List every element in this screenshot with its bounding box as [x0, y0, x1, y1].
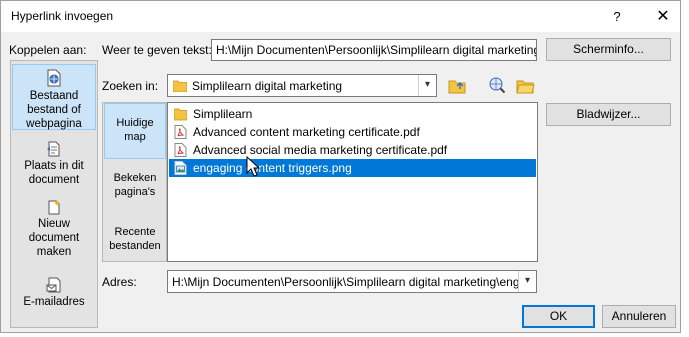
tab-current-folder[interactable]: Huidige map	[104, 103, 166, 159]
link-existing-file-or-webpage[interactable]: Bestaand bestand of webpagina	[12, 64, 96, 130]
display-text-label: Weer te geven tekst:	[102, 43, 212, 57]
file-name: Advanced content marketing certificate.p…	[193, 125, 420, 139]
tab-browsed-pages[interactable]: Bekeken pagina's	[104, 165, 166, 205]
chevron-down-icon[interactable]: ▾	[418, 75, 436, 96]
open-folder-icon	[516, 80, 535, 94]
address-value: H:\Mijn Documenten\Persoonlijk\Simplilea…	[172, 275, 518, 289]
pdf-file-icon	[174, 125, 187, 139]
ok-button[interactable]: OK	[522, 305, 595, 328]
screentip-button[interactable]: Scherminfo...	[546, 38, 671, 61]
chevron-down-icon[interactable]: ▾	[518, 271, 536, 292]
file-list-item-selected[interactable]: engaging content triggers.png	[169, 159, 536, 177]
link-to-bar: Bestaand bestand of webpagina Plaats in …	[10, 60, 98, 328]
display-text-field[interactable]: H:\Mijn Documenten\Persoonlijk\Simplilea…	[211, 39, 537, 61]
folder-icon	[174, 108, 187, 121]
tab-recent-files[interactable]: Recente bestanden	[104, 219, 166, 259]
browse-web-button[interactable]	[485, 73, 509, 97]
browse-web-icon	[489, 77, 506, 94]
file-name: Simplilearn	[193, 107, 253, 121]
address-label: Adres:	[102, 275, 137, 289]
file-name: engaging content triggers.png	[193, 161, 352, 175]
view-tabs: Huidige map Bekeken pagina's Recente bes…	[102, 102, 167, 262]
tab-recent-files-label: Recente bestanden	[109, 226, 161, 252]
browse-file-button[interactable]	[513, 73, 537, 97]
file-name: Advanced social media marketing certific…	[193, 143, 448, 157]
new-document-icon	[48, 200, 60, 215]
link-existing-file-label: Bestaand bestand of webpagina	[26, 90, 82, 130]
folder-icon	[173, 80, 187, 92]
link-new-document-label: Nieuw document maken	[28, 218, 80, 258]
insert-hyperlink-dialog: Hyperlink invoegen ? ✕ Koppelen aan: Bes…	[0, 0, 681, 333]
bookmark-button[interactable]: Bladwijzer...	[546, 103, 671, 126]
pdf-file-icon	[174, 143, 187, 157]
look-in-label: Zoeken in:	[102, 79, 159, 93]
cancel-button[interactable]: Annuleren	[602, 305, 676, 328]
link-email-label: E-mailadres	[23, 296, 85, 308]
look-in-value: Simplilearn digital marketing	[192, 79, 343, 93]
globe-document-icon	[47, 69, 61, 87]
image-file-icon	[174, 161, 187, 175]
mouse-pointer-icon	[246, 156, 260, 177]
close-button[interactable]: ✕	[641, 1, 685, 32]
window-title: Hyperlink invoegen	[11, 9, 114, 23]
tab-browsed-pages-label: Bekeken pagina's	[113, 172, 157, 198]
look-in-dropdown[interactable]: Simplilearn digital marketing ▾	[167, 74, 437, 97]
tab-current-folder-label: Huidige map	[116, 117, 154, 143]
email-icon	[46, 277, 61, 293]
link-new-document[interactable]: Nieuw document maken	[12, 195, 96, 258]
up-one-folder-button[interactable]	[445, 73, 469, 97]
file-list-item[interactable]: Advanced content marketing certificate.p…	[169, 123, 536, 141]
address-combobox[interactable]: H:\Mijn Documenten\Persoonlijk\Simplilea…	[167, 270, 537, 293]
file-list-item[interactable]: Simplilearn	[169, 105, 536, 123]
title-bar: Hyperlink invoegen ? ✕	[1, 1, 680, 32]
document-place-icon	[47, 141, 60, 157]
file-list[interactable]: Simplilearn Advanced content marketing c…	[167, 102, 538, 262]
help-button[interactable]: ?	[595, 1, 639, 32]
link-to-label: Koppelen aan:	[9, 43, 87, 57]
link-place-in-document-label: Plaats in dit document	[24, 160, 84, 186]
folder-up-icon	[448, 80, 466, 94]
file-list-item[interactable]: Advanced social media marketing certific…	[169, 141, 536, 159]
link-email-address[interactable]: E-mailadres	[12, 273, 96, 317]
link-place-in-document[interactable]: Plaats in dit document	[12, 137, 96, 195]
